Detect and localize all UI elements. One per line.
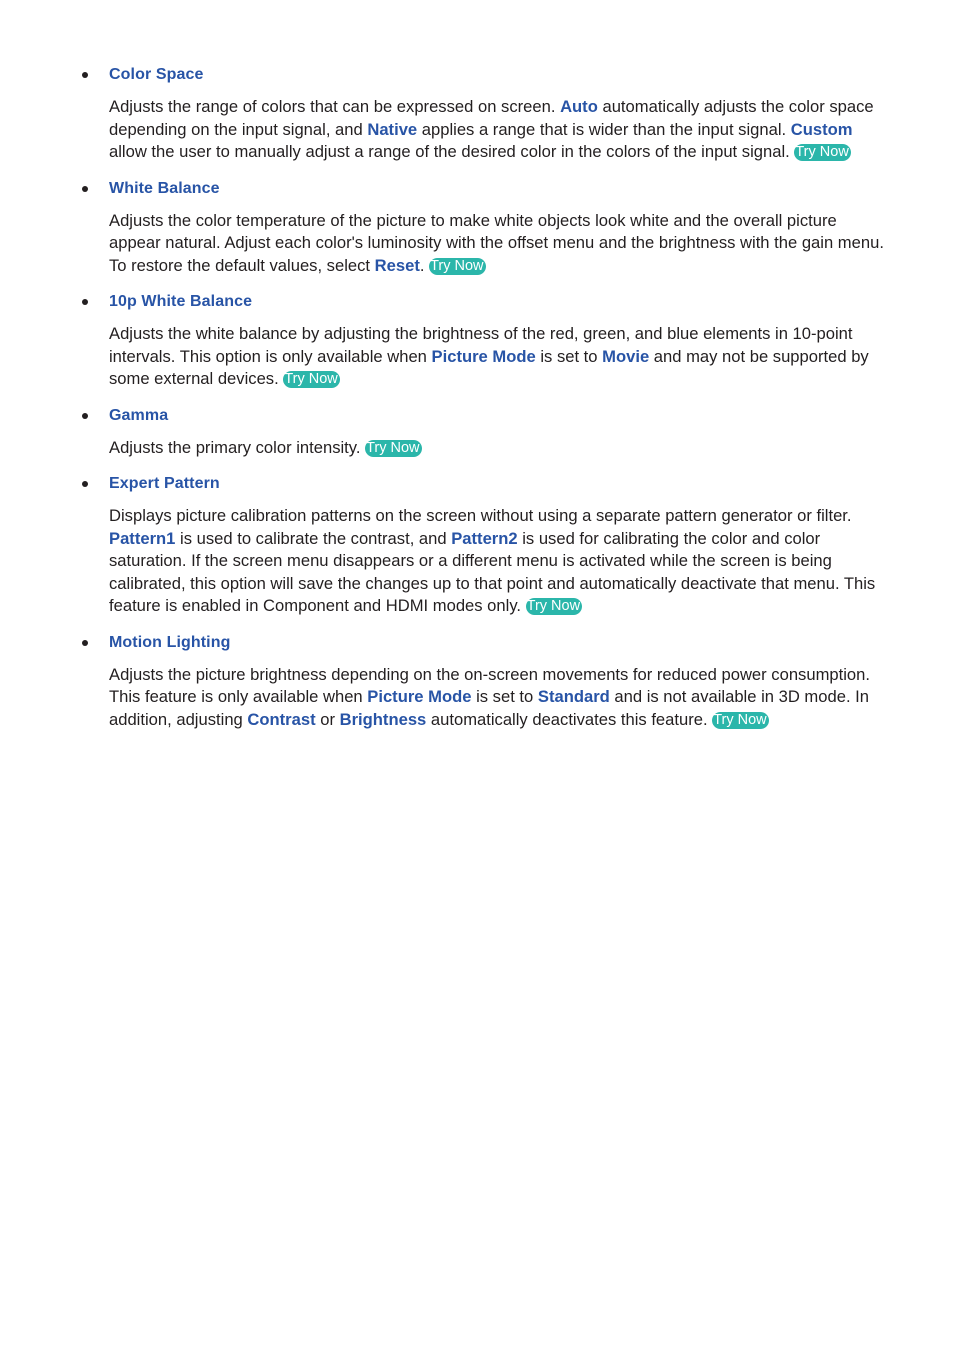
try-now-button[interactable]: Try Now (365, 439, 422, 457)
item-title: Gamma (109, 406, 169, 424)
item-heading: Color Space (0, 62, 954, 86)
bullet-icon (82, 481, 88, 487)
item-description: Adjusts the picture brightness depending… (109, 664, 889, 732)
list-item-motion-lighting: Motion Lighting Adjusts the picture brig… (0, 630, 954, 732)
try-now-button[interactable]: Try Now (794, 144, 851, 161)
list-item-expert-pattern: Expert Pattern Displays picture calibrat… (0, 471, 954, 618)
item-title: Motion Lighting (109, 633, 231, 651)
keyword: Auto (560, 97, 598, 116)
bullet-icon (82, 412, 88, 419)
item-title: Color Space (109, 66, 204, 83)
item-description: Adjusts the color temperature of the pic… (109, 210, 889, 278)
bullet-icon (82, 639, 88, 646)
keyword: Movie (602, 346, 650, 366)
item-description: Displays picture calibration patterns on… (109, 505, 889, 618)
item-description: Adjusts the range of colors that can be … (109, 96, 889, 164)
description-text: Adjusts the color temperature of the pic… (109, 210, 884, 275)
description-text: Adjusts the primary color intensity. (109, 437, 366, 457)
settings-list: Color Space Adjusts the range of colors … (0, 62, 954, 743)
keyword: Standard (537, 687, 610, 706)
item-heading: 10p White Balance (0, 289, 954, 313)
description-text: Adjusts the range of colors that can be … (109, 97, 561, 116)
list-item-10p-white-balance: 10p White Balance Adjusts the white bala… (0, 289, 954, 391)
keyword: Picture Mode (367, 687, 472, 706)
bullet-icon (82, 72, 88, 78)
description-text: Displays picture calibration patterns on… (109, 506, 852, 525)
keyword: Contrast (247, 709, 316, 729)
keyword: Picture Mode (431, 346, 536, 366)
keyword: Brightness (339, 709, 427, 729)
item-title: Expert Pattern (109, 475, 220, 492)
item-heading: Expert Pattern (0, 471, 954, 495)
try-now-button[interactable]: Try Now (525, 598, 583, 615)
description-text: is set to (471, 687, 538, 706)
item-heading: Gamma (0, 403, 954, 427)
description-text: automatically deactivates this feature. (426, 709, 713, 729)
bullet-icon (82, 299, 88, 305)
list-item-color-space: Color Space Adjusts the range of colors … (0, 62, 954, 164)
try-now-button[interactable]: Try Now (712, 711, 769, 729)
description-text: allow the user to manually adjust a rang… (109, 142, 795, 161)
keyword: Reset (374, 255, 420, 275)
description-text: . (419, 255, 430, 275)
item-title: White Balance (109, 179, 220, 197)
item-heading: Motion Lighting (0, 630, 954, 654)
try-now-button[interactable]: Try Now (429, 257, 486, 275)
keyword: Pattern2 (451, 528, 518, 548)
bullet-icon (82, 185, 88, 192)
item-description: Adjusts the primary color intensity. Try… (109, 437, 889, 460)
keyword: Pattern1 (109, 528, 176, 548)
keyword: Custom (790, 119, 853, 139)
description-text: applies a range that is wider than the i… (417, 119, 791, 139)
list-item-gamma: Gamma Adjusts the primary color intensit… (0, 403, 954, 460)
description-text: is used to calibrate the contrast, and (175, 528, 452, 548)
description-text: or (315, 709, 340, 729)
item-description: Adjusts the white balance by adjusting t… (109, 323, 889, 391)
list-item-white-balance: White Balance Adjusts the color temperat… (0, 176, 954, 278)
try-now-button[interactable]: Try Now (283, 371, 340, 388)
item-title: 10p White Balance (109, 293, 253, 310)
description-text: is set to (535, 346, 603, 366)
item-heading: White Balance (0, 176, 954, 200)
keyword: Native (367, 119, 418, 139)
